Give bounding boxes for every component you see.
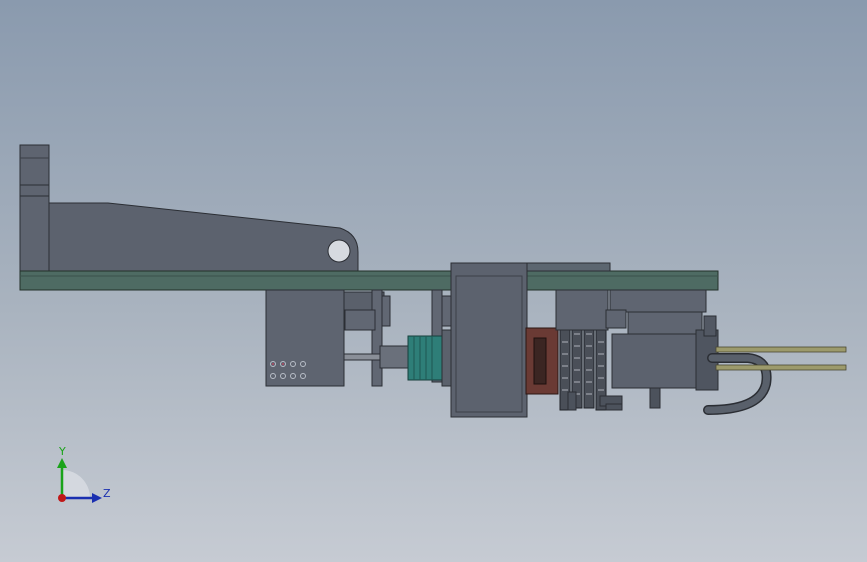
y-axis-label: Y <box>58 445 66 458</box>
model-viewport[interactable]: Y Z <box>0 0 867 562</box>
gearbox-housing <box>450 262 528 418</box>
clamp-post <box>19 144 50 272</box>
sensor-block <box>265 289 385 387</box>
shaft-assembly <box>343 329 453 387</box>
coordinate-triad: Y Z <box>57 445 111 503</box>
z-axis-label: Z <box>103 487 111 500</box>
gear-rings <box>559 317 607 411</box>
lever-arm <box>48 202 359 272</box>
motor-mount <box>555 289 707 335</box>
brake-flange <box>525 327 559 395</box>
x-axis-dot <box>58 494 66 502</box>
